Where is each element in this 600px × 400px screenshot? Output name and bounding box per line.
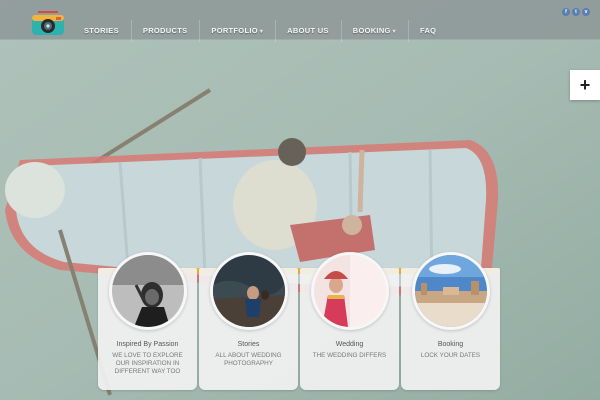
feature-card-booking[interactable]: Booking LOCK YOUR DATES	[401, 252, 500, 390]
card-title[interactable]: Wedding	[300, 341, 399, 348]
card-image-frame	[310, 252, 389, 330]
main-nav: STORIES PRODUCTS PORTFOLIO ▾ ABOUT US BOOKING…	[72, 0, 448, 42]
card-photo[interactable]	[414, 255, 487, 327]
feature-card-inspired-by-passion[interactable]: Inspired By Passion WE LOVE TO EXPLORE OU…	[98, 252, 197, 390]
nav-item-portfolio[interactable]: PORTFOLIO ▾	[199, 0, 275, 42]
nav-item-label: BOOKING	[352, 26, 391, 35]
nav-item-faq[interactable]: FAQ	[407, 0, 448, 42]
card-subtitle: WE LOVE TO EXPLORE OUR INSPIRATION IN DI…	[112, 352, 183, 375]
card-photo[interactable]	[212, 255, 285, 327]
card-title[interactable]: Booking	[401, 341, 500, 348]
card-photo[interactable]	[111, 255, 184, 327]
card-image-frame	[108, 252, 187, 330]
card-title[interactable]: Stories	[199, 341, 298, 348]
nav-item-label: FAQ	[419, 26, 437, 35]
card-subtitle: ALL ABOUT WEDDING PHOTOGRAPHY	[215, 352, 282, 367]
nav-item-stories[interactable]: STORIES	[72, 0, 131, 40]
card-subtitle: THE WEDDING DIFFERS	[312, 352, 387, 359]
card-image-frame	[209, 252, 288, 330]
nav-item-label: ABOUT US	[287, 26, 329, 35]
card-title[interactable]: Inspired By Passion	[98, 341, 197, 348]
social-links: ftv	[562, 8, 590, 16]
top-navbar: STORIES PRODUCTS PORTFOLIO ▾ ABOUT US BOOKING…	[0, 0, 600, 42]
chevron-down-icon: ▾	[392, 29, 396, 35]
card-image-frame	[411, 252, 490, 330]
card-subtitle: LOCK YOUR DATES	[420, 352, 481, 359]
nav-item-label: PORTFOLIO	[211, 26, 258, 35]
plus-icon: +	[579, 75, 591, 95]
feature-card-stories[interactable]: Stories ALL ABOUT WEDDING PHOTOGRAPHY	[199, 252, 298, 390]
facebook-icon[interactable]: f	[562, 8, 570, 16]
chevron-down-icon: ▾	[259, 29, 264, 35]
feature-cards: Inspired By Passion WE LOVE TO EXPLORE OU…	[98, 252, 500, 390]
card-photo[interactable]	[313, 255, 386, 327]
expand-panel-button[interactable]: +	[570, 70, 600, 100]
nav-item-label: PRODUCTS	[142, 26, 188, 35]
nav-item-products[interactable]: PRODUCTS	[130, 0, 200, 42]
nav-item-label: STORIES	[84, 26, 119, 35]
nav-item-booking[interactable]: BOOKING ▾	[340, 0, 408, 42]
camera-logo-icon[interactable]	[30, 10, 66, 41]
nav-item-about-us[interactable]: ABOUT US	[275, 0, 341, 42]
twitter-icon[interactable]: t	[572, 8, 580, 16]
feature-card-wedding[interactable]: Wedding THE WEDDING DIFFERS	[300, 252, 399, 390]
vimeo-icon[interactable]: v	[582, 8, 590, 16]
